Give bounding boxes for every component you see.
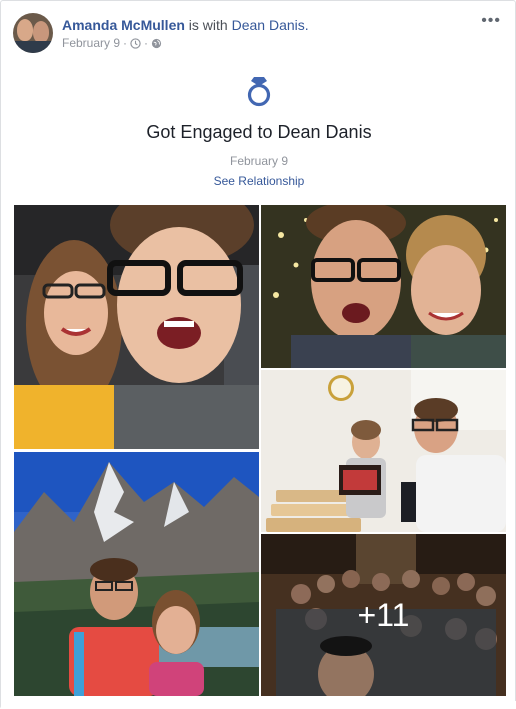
photo-5-more[interactable]: +11 [261, 534, 506, 696]
event-title: Got Engaged to Dean Danis [146, 122, 372, 142]
post-date-link[interactable]: February 9 [62, 36, 120, 50]
clock-icon [130, 37, 141, 49]
post-meta: February 9 · · [62, 36, 162, 50]
photo-1[interactable] [14, 205, 259, 449]
photo-3[interactable] [14, 452, 259, 696]
meta-separator: · [144, 36, 149, 50]
event-date: February 9 [229, 154, 289, 168]
photo-2[interactable] [261, 205, 506, 368]
tagged-person-link[interactable]: Dean Danis. [232, 17, 309, 33]
post-header: Amanda McMullen is with Dean Danis. Febr… [13, 13, 503, 57]
footer-strip [1, 701, 516, 709]
life-event: Got Engaged to Dean Danis February 9 See… [1, 75, 516, 190]
with-text: is with [188, 17, 228, 33]
globe-icon[interactable] [151, 38, 162, 49]
ring-icon [246, 75, 272, 107]
photo-4[interactable] [261, 370, 506, 532]
author-name-link[interactable]: Amanda McMullen [62, 17, 185, 33]
post-card: Amanda McMullen is with Dean Danis. Febr… [0, 0, 516, 709]
post-headline: Amanda McMullen is with Dean Danis. [62, 16, 309, 34]
more-photos-count: +11 [261, 534, 506, 696]
author-avatar[interactable] [13, 13, 53, 53]
see-relationship-link[interactable]: See Relationship [214, 173, 305, 189]
ellipsis-icon[interactable]: ••• [481, 13, 501, 29]
meta-separator: · [123, 36, 128, 50]
